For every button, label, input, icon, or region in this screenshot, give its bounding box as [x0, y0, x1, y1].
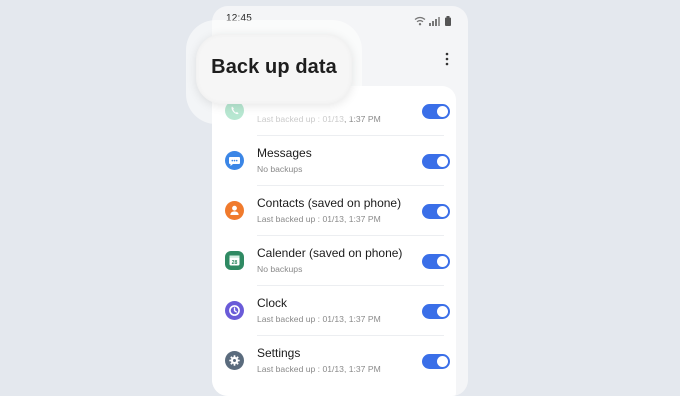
item-subtitle: Last backed up : 01/13, 1:37 PM — [257, 364, 381, 374]
item-title: Clock — [257, 296, 288, 310]
calendar-icon: 28 — [225, 251, 244, 270]
list-item-settings[interactable]: Settings Last backed up : 01/13, 1:37 PM — [212, 336, 456, 386]
more-options-button[interactable] — [442, 52, 452, 66]
item-title: Settings — [257, 346, 301, 360]
item-subtitle: No backups — [257, 264, 303, 274]
item-title: Calender (saved on phone) — [257, 246, 403, 260]
title-callout: Back up data — [196, 34, 352, 104]
backup-toggle[interactable] — [422, 304, 450, 319]
backup-items-list: Last backed up : 01/13, 1:37 PM Messages… — [212, 86, 456, 396]
list-item-clock[interactable]: Clock Last backed up : 01/13, 1:37 PM — [212, 286, 456, 336]
battery-icon — [445, 16, 451, 26]
backup-toggle[interactable] — [422, 104, 450, 119]
backup-toggle[interactable] — [422, 354, 450, 369]
calendar-icon-date: 28 — [232, 260, 238, 266]
page-title: Back up data — [211, 56, 337, 78]
item-title: Messages — [257, 146, 312, 160]
item-title: Contacts (saved on phone) — [257, 196, 402, 210]
toggle-knob — [437, 306, 448, 317]
toggle-knob — [437, 106, 448, 117]
status-icons — [414, 14, 454, 26]
backup-toggle[interactable] — [422, 154, 450, 169]
list-item-contacts[interactable]: Contacts (saved on phone) Last backed up… — [212, 186, 456, 236]
backup-toggle[interactable] — [422, 204, 450, 219]
item-subtitle: Last backed up : 01/13, 1:37 PM — [257, 214, 381, 224]
list-item-calendar[interactable]: 28 Calender (saved on phone) No backups — [212, 236, 456, 286]
toggle-knob — [437, 256, 448, 267]
wifi-icon — [414, 16, 426, 26]
clock-icon — [225, 301, 244, 320]
item-subtitle: Last backed up : 01/13, 1:37 PM — [257, 314, 381, 324]
backup-toggle[interactable] — [422, 254, 450, 269]
more-vert-icon — [445, 52, 449, 66]
list-item-messages[interactable]: Messages No backups — [212, 136, 456, 186]
signal-icon — [429, 17, 440, 26]
toggle-knob — [437, 206, 448, 217]
toggle-knob — [437, 156, 448, 167]
message-icon — [225, 151, 244, 170]
gear-icon — [225, 351, 244, 370]
toggle-knob — [437, 356, 448, 367]
item-subtitle: No backups — [257, 164, 303, 174]
contact-icon — [225, 201, 244, 220]
